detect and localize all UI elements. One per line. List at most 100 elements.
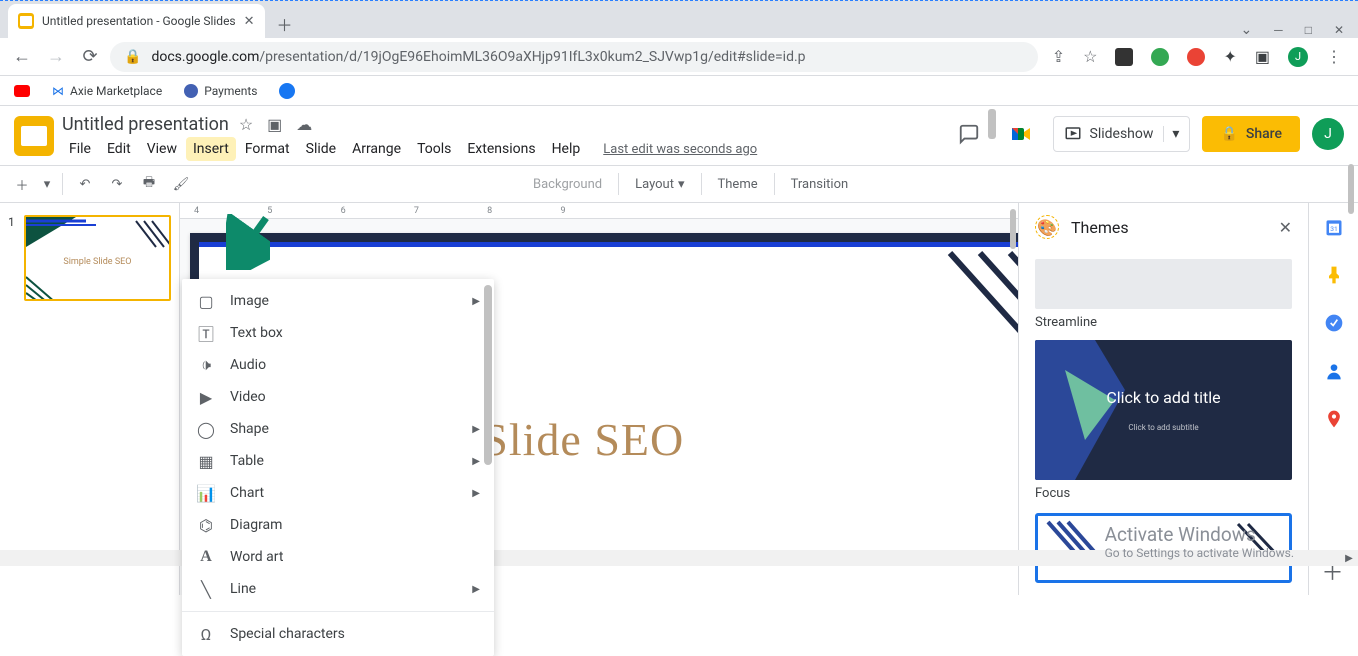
document-title[interactable]: Untitled presentation [62,114,229,135]
close-window-icon[interactable]: ✕ [1334,23,1344,37]
bookmark-youtube[interactable] [14,85,30,97]
keep-icon[interactable] [1324,265,1344,285]
menu-extensions[interactable]: Extensions [460,137,542,161]
browser-menu-icon[interactable]: ⋮ [1326,47,1342,66]
close-panel-icon[interactable]: ✕ [1279,218,1292,237]
right-rail: 31 ＋ [1308,203,1358,595]
browser-toolbar: ← → ⟳ 🔒 docs.google.com/presentation/d/1… [0,38,1358,76]
slideshow-button[interactable]: Slideshow ▾ [1053,116,1191,152]
windows-watermark: Activate Windows Go to Settings to activ… [1105,523,1294,560]
slide-thumbnail[interactable]: Simple Slide SEO [24,215,171,301]
close-tab-icon[interactable]: ✕ [244,14,255,29]
share-page-icon[interactable]: ⇪ [1052,47,1065,66]
back-button[interactable]: ← [8,43,36,71]
toolbar: ＋ ▾ ↶ ↷ 🖶 🖌 Background Layout▾ Theme Tra… [0,165,1358,203]
theme-preview-cut[interactable] [1035,259,1292,309]
insert-video[interactable]: ▶Video [182,381,494,413]
slides-logo-icon[interactable] [14,116,54,156]
insert-wordart[interactable]: AWord art [182,541,494,573]
move-icon[interactable]: ▣ [267,115,282,134]
menu-tools[interactable]: Tools [410,137,458,161]
slideshow-dropdown-icon[interactable]: ▾ [1163,126,1179,142]
new-tab-button[interactable]: ＋ [271,10,299,38]
transition-button[interactable]: Transition [783,173,857,196]
extensions-puzzle-icon[interactable]: ✦ [1223,47,1236,66]
menu-format[interactable]: Format [238,137,297,161]
tab-title: Untitled presentation - Google Slides [42,14,236,28]
chart-icon: 📊 [196,484,216,503]
menu-insert[interactable]: Insert [186,137,236,161]
paint-format-button[interactable]: 🖌 [167,170,195,198]
menu-scrollbar[interactable] [484,285,492,465]
toolbar-scroll[interactable] [988,109,996,139]
slides-favicon-icon [18,13,34,29]
scroll-right-button[interactable]: ▶ [1340,550,1358,566]
bookmark-facebook[interactable] [279,83,295,99]
bookmark-item[interactable]: ⋈Axie Marketplace [52,84,162,98]
submenu-arrow-icon: ▶ [472,456,480,467]
menu-arrange[interactable]: Arrange [345,137,408,161]
extension-icon[interactable] [1187,48,1205,66]
last-edit-link[interactable]: Last edit was seconds ago [603,142,757,157]
wordart-icon: A [196,548,216,566]
extension-icon[interactable] [1115,48,1133,66]
menu-file[interactable]: File [62,137,98,161]
star-icon[interactable]: ☆ [239,115,253,134]
redo-button[interactable]: ↷ [103,170,131,198]
side-panel-icon[interactable]: ▣ [1255,47,1270,66]
chevron-down-icon: ▾ [678,177,685,192]
thumbnail-row[interactable]: 1 Simple Slide SEO [8,215,171,301]
browser-tab[interactable]: Untitled presentation - Google Slides ✕ [8,4,265,38]
menu-help[interactable]: Help [545,137,588,161]
meet-button[interactable] [1001,114,1041,154]
share-button[interactable]: 🔒 Share [1202,116,1300,152]
pointer-arrow-overlay [226,214,270,270]
insert-audio[interactable]: 🕩Audio [182,349,494,381]
cloud-icon[interactable]: ☁ [296,115,312,134]
profile-avatar[interactable]: J [1288,47,1308,67]
insert-chart[interactable]: 📊Chart▶ [182,477,494,509]
address-bar[interactable]: 🔒 docs.google.com/presentation/d/19jOgE9… [110,42,1038,72]
insert-image[interactable]: ▢Image▶ [182,285,494,317]
insert-line[interactable]: ╲Line▶ [182,573,494,605]
extension-icon[interactable] [1151,48,1169,66]
undo-button[interactable]: ↶ [71,170,99,198]
menu-view[interactable]: View [140,137,184,161]
new-slide-dropdown[interactable]: ▾ [40,170,54,198]
menu-slide[interactable]: Slide [299,137,343,161]
tasks-icon[interactable] [1324,313,1344,333]
insert-table[interactable]: ▦Table▶ [182,445,494,477]
comments-button[interactable] [949,114,989,154]
new-slide-button[interactable]: ＋ [8,170,36,198]
audio-icon: 🕩 [196,355,216,375]
reload-button[interactable]: ⟳ [76,43,104,71]
theme-button[interactable]: Theme [710,173,766,196]
layout-button[interactable]: Layout▾ [627,173,692,196]
panel-scrollbar[interactable] [1348,164,1354,214]
tabs-dropdown-icon[interactable]: ⌄ [1240,22,1252,38]
insert-diagram[interactable]: ⌬Diagram [182,509,494,541]
app-header: Untitled presentation ☆ ▣ ☁ File Edit Vi… [0,106,1358,165]
browser-tab-strip: Untitled presentation - Google Slides ✕ … [0,0,1358,38]
forward-button[interactable]: → [42,43,70,71]
canvas-scrollbar[interactable] [1010,209,1016,249]
account-avatar[interactable]: J [1312,118,1344,150]
background-button[interactable]: Background [525,173,610,196]
bookmark-star-icon[interactable]: ☆ [1083,47,1097,66]
maximize-icon[interactable]: □ [1305,23,1312,37]
calendar-icon[interactable]: 31 [1324,217,1344,237]
slide-number: 1 [8,215,18,301]
bookmark-item[interactable]: Payments [184,84,257,98]
maps-icon[interactable] [1324,409,1344,429]
comment-icon [958,123,980,145]
contacts-icon[interactable] [1324,361,1344,381]
insert-textbox[interactable]: 🅃Text box [182,317,494,349]
menu-edit[interactable]: Edit [100,137,138,161]
theme-card-streamline[interactable]: Click to add title Click to add subtitle [1035,340,1292,480]
panel-title: Themes [1071,218,1267,237]
svg-text:31: 31 [1330,225,1337,233]
minimize-icon[interactable]: ─ [1274,23,1283,37]
insert-shape[interactable]: ◯Shape▶ [182,413,494,445]
print-button[interactable]: 🖶 [135,170,163,198]
insert-special-characters[interactable]: ΩSpecial characters [182,618,494,650]
